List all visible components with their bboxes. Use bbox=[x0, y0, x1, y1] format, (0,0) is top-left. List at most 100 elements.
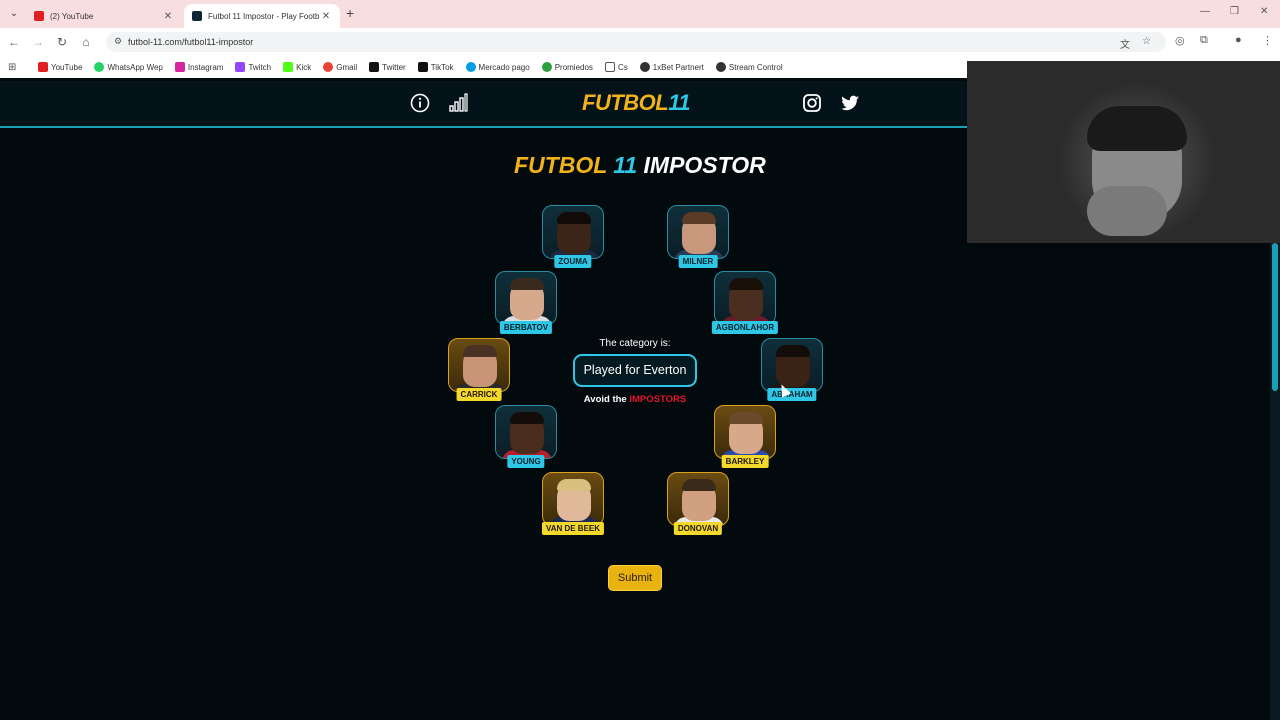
player-hair bbox=[682, 212, 716, 224]
reload-icon[interactable]: ↻ bbox=[54, 34, 70, 50]
player-name: ZOUMA bbox=[554, 255, 592, 268]
player-card-carrick[interactable]: CARRICK bbox=[448, 338, 510, 404]
player-photo bbox=[667, 205, 729, 259]
player-name: CARRICK bbox=[456, 388, 502, 401]
futbol11-icon bbox=[192, 11, 202, 21]
player-name: VAN DE BEEK bbox=[541, 522, 605, 535]
impostors-highlight: IMPOSTORS bbox=[629, 394, 687, 405]
globe-icon bbox=[715, 62, 726, 72]
instagram-icon[interactable] bbox=[802, 93, 822, 113]
youtube-icon bbox=[34, 11, 44, 21]
twitch-icon bbox=[235, 62, 246, 72]
promiedos-icon bbox=[541, 62, 552, 72]
player-card-abraham[interactable]: ABRAHAM bbox=[761, 338, 823, 404]
player-hair bbox=[510, 412, 544, 424]
translate-icon[interactable]: 文 bbox=[1120, 36, 1130, 51]
bookmark-stream-control[interactable]: Stream Control bbox=[715, 62, 783, 72]
page-content: FUTBOL11 FUTBOL 11 IMPOSTOR ZOUMA MILNER… bbox=[0, 81, 967, 720]
extensions-puzzle-icon[interactable]: ⧉ bbox=[1200, 34, 1208, 47]
tab-futbol11[interactable]: Futbol 11 Impostor - Play Footb ✕ bbox=[184, 4, 340, 28]
url-text: futbol-11.com/futbol11-impostor bbox=[128, 37, 254, 47]
site-info-icon[interactable]: ⚙ bbox=[114, 36, 122, 47]
address-bar[interactable]: ⚙ futbol-11.com/futbol11-impostor 文 ☆ bbox=[106, 32, 1166, 52]
info-icon[interactable] bbox=[410, 93, 430, 113]
player-photo bbox=[714, 405, 776, 459]
player-hair bbox=[729, 412, 763, 424]
stats-icon[interactable] bbox=[448, 93, 468, 113]
window-close-icon[interactable]: ✕ bbox=[1260, 6, 1268, 17]
game-title: FUTBOL 11 IMPOSTOR bbox=[514, 152, 766, 178]
extension-icon[interactable]: ◎ bbox=[1175, 34, 1185, 47]
player-name: BERBATOV bbox=[499, 321, 553, 334]
player-photo bbox=[761, 338, 823, 392]
menu-kebab-icon[interactable]: ⋮ bbox=[1262, 34, 1273, 47]
home-icon[interactable]: ⌂ bbox=[78, 34, 94, 50]
x-icon bbox=[369, 62, 380, 72]
instagram-icon bbox=[174, 62, 185, 72]
player-hair bbox=[463, 345, 497, 357]
profile-avatar-icon[interactable]: ● bbox=[1235, 34, 1242, 46]
tab-search-chevron-icon[interactable]: ⌄ bbox=[6, 6, 22, 22]
minimize-icon[interactable]: — bbox=[1200, 6, 1210, 17]
bookmark-tiktok[interactable]: TikTok bbox=[417, 62, 454, 72]
avoid-instruction: Avoid the IMPOSTORS bbox=[583, 394, 687, 405]
scrollbar-thumb[interactable] bbox=[1272, 243, 1278, 391]
bookmark-promiedos[interactable]: Promiedos bbox=[541, 62, 593, 72]
bookmark-twitch[interactable]: Twitch bbox=[235, 62, 271, 72]
globe-icon bbox=[639, 62, 650, 72]
tab-close-icon[interactable]: ✕ bbox=[162, 11, 174, 22]
player-name: YOUNG bbox=[507, 455, 545, 468]
page-scrollbar[interactable] bbox=[1270, 243, 1280, 720]
player-photo bbox=[542, 472, 604, 526]
bookmark-folder-cs[interactable]: Cs bbox=[604, 62, 628, 72]
player-name: MILNER bbox=[678, 255, 718, 268]
bookmark-1xbet[interactable]: 1xBet Partnert bbox=[639, 62, 704, 72]
player-hair bbox=[557, 479, 591, 491]
youtube-icon bbox=[38, 62, 48, 72]
webcam-overlay bbox=[967, 61, 1280, 243]
tab-youtube[interactable]: (2) YouTube ✕ bbox=[26, 4, 182, 28]
category-value: Played for Everton bbox=[573, 354, 697, 387]
player-photo bbox=[448, 338, 510, 392]
player-card-agbonlahor[interactable]: AGBONLAHOR bbox=[711, 271, 779, 337]
kick-icon bbox=[283, 62, 294, 72]
restore-icon[interactable]: ❐ bbox=[1230, 6, 1239, 17]
tab-title: (2) YouTube bbox=[50, 11, 94, 21]
player-photo bbox=[542, 205, 604, 259]
bookmark-kick[interactable]: Kick bbox=[283, 62, 311, 72]
new-tab-button[interactable]: + bbox=[346, 5, 354, 21]
player-card-donovan[interactable]: DONOVAN bbox=[667, 472, 729, 538]
player-name: DONOVAN bbox=[673, 522, 723, 535]
player-photo bbox=[495, 271, 557, 325]
player-hair bbox=[557, 212, 591, 224]
bookmark-star-icon[interactable]: ☆ bbox=[1142, 36, 1151, 47]
player-photo bbox=[495, 405, 557, 459]
category-label: The category is: bbox=[599, 338, 671, 349]
player-card-young[interactable]: YOUNG bbox=[495, 405, 557, 471]
browser-tab-bar: ⌄ (2) YouTube ✕ Futbol 11 Impostor - Pla… bbox=[0, 0, 1280, 28]
twitter-icon[interactable] bbox=[840, 93, 860, 113]
bookmark-instagram[interactable]: Instagram bbox=[174, 62, 223, 72]
bookmark-whatsapp[interactable]: WhatsApp Wep bbox=[94, 62, 163, 72]
bookmark-youtube[interactable]: YouTube bbox=[38, 62, 82, 72]
player-card-van-de-beek[interactable]: VAN DE BEEK bbox=[541, 472, 605, 538]
back-icon[interactable]: ← bbox=[6, 34, 22, 50]
bookmark-gmail[interactable]: Gmail bbox=[323, 62, 357, 72]
bookmark-twitter[interactable]: Twitter bbox=[369, 62, 406, 72]
submit-button[interactable]: Submit bbox=[608, 565, 662, 591]
player-card-milner[interactable]: MILNER bbox=[667, 205, 729, 271]
player-hair bbox=[776, 345, 810, 357]
site-logo[interactable]: FUTBOL11 bbox=[582, 90, 691, 116]
player-photo bbox=[714, 271, 776, 325]
tiktok-icon bbox=[417, 62, 428, 72]
player-card-zouma[interactable]: ZOUMA bbox=[542, 205, 604, 271]
player-card-berbatov[interactable]: BERBATOV bbox=[495, 271, 557, 337]
player-card-barkley[interactable]: BARKLEY bbox=[714, 405, 776, 471]
player-hair bbox=[510, 278, 544, 290]
apps-grid-icon[interactable]: ⊞ bbox=[8, 62, 22, 73]
forward-icon[interactable]: → bbox=[30, 34, 46, 50]
tab-close-icon[interactable]: ✕ bbox=[320, 11, 332, 22]
tab-title: Futbol 11 Impostor - Play Footb bbox=[208, 11, 320, 21]
player-photo bbox=[667, 472, 729, 526]
bookmark-mercadopago[interactable]: Mercado pago bbox=[465, 62, 530, 72]
